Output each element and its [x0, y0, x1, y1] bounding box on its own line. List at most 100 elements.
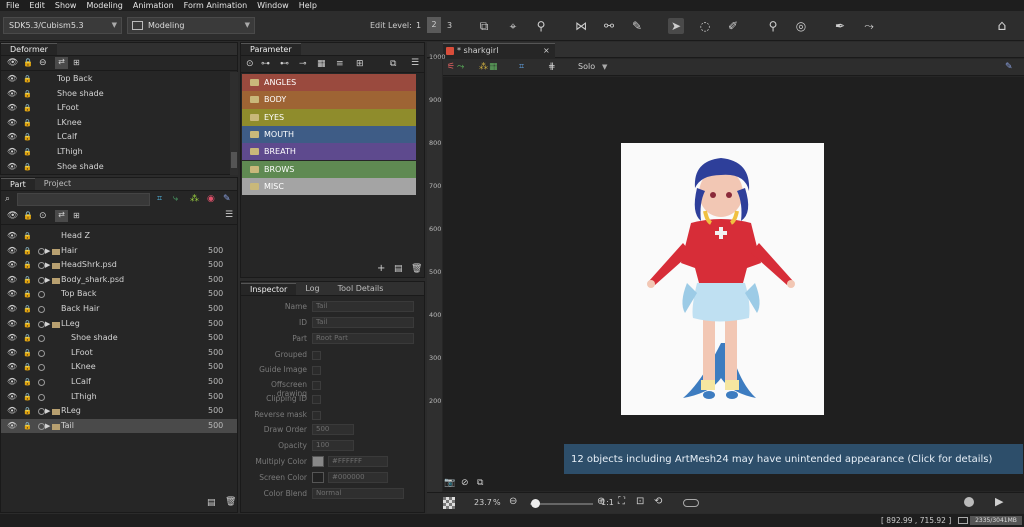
deformer-scrollbar[interactable] — [230, 72, 238, 175]
arrow-select-icon[interactable]: ➤ — [668, 18, 684, 34]
deformer-tool-icon[interactable]: ⧉ — [476, 18, 492, 34]
lock-icon[interactable]: 🔒 — [23, 331, 32, 346]
part-row[interactable]: 👁 🔒 ▶ Body_shark.psd 500 — [1, 273, 237, 288]
eye-icon[interactable]: 👁 — [7, 331, 17, 346]
inspector-field[interactable]: Root Part — [312, 333, 414, 344]
visibility-circle-icon[interactable] — [38, 306, 45, 313]
part-row[interactable]: 👁 🔒 Back Hair 500 — [1, 302, 237, 317]
fit-icon[interactable]: ⛶ — [618, 496, 625, 507]
trash-icon[interactable]: 🗑 — [225, 497, 236, 507]
part-row[interactable]: 👁 🔒 ▶ LLeg 500 — [1, 317, 237, 332]
trash-icon[interactable]: 🗑 — [411, 264, 422, 274]
camera-icon[interactable]: 📷 — [444, 478, 455, 488]
screenshot-icon[interactable]: ⧉ — [477, 478, 483, 488]
glue-view-icon[interactable]: ⁂ — [479, 62, 488, 72]
menu-icon[interactable]: ☰ — [411, 58, 419, 68]
key-icon[interactable]: ⊶ — [261, 59, 270, 69]
lock-icon[interactable]: 🔒 — [23, 419, 32, 434]
eye-icon[interactable]: 👁 — [7, 258, 17, 273]
tab-inspector[interactable]: Inspector — [241, 283, 297, 295]
eye-icon[interactable]: 👁 — [7, 116, 17, 131]
rotation-tool-icon[interactable]: ⚲ — [533, 18, 549, 34]
lock-icon[interactable]: 🔒 — [23, 211, 33, 220]
plus-icon[interactable]: + — [377, 263, 385, 274]
chevron-down-icon[interactable]: ▼ — [602, 63, 607, 71]
swap-icon[interactable]: ⇄ — [55, 210, 68, 222]
eye-icon[interactable]: 👁 — [7, 101, 17, 116]
pin-filter-icon[interactable]: ✎ — [223, 194, 231, 204]
home-icon[interactable]: ⌂ — [994, 18, 1010, 34]
inspector-field[interactable]: #FFFFFF — [328, 456, 388, 467]
sdk-select[interactable]: SDK5.3/Cubism5.3 ▼ — [3, 17, 122, 34]
menu-window[interactable]: Window — [257, 1, 289, 10]
lock-icon[interactable]: 🔒 — [23, 273, 32, 288]
color-swatch[interactable] — [312, 472, 324, 483]
parameter-group-mouth[interactable]: MOUTH — [242, 125, 416, 144]
visibility-circle-icon[interactable] — [38, 262, 45, 270]
zoom-value[interactable]: 23.7 — [474, 498, 492, 507]
part-row[interactable]: 👁 🔒 LCalf 500 — [1, 375, 237, 390]
tab-tool-details[interactable]: Tool Details — [329, 283, 393, 295]
inspector-field[interactable]: Tail — [312, 301, 414, 312]
eye-icon[interactable]: 👁 — [7, 390, 17, 405]
eye-icon[interactable]: 👁 — [7, 160, 17, 175]
mesh-filter-icon[interactable]: ⌗ — [157, 194, 162, 204]
deformer-row[interactable]: 👁 🔒 Shoe shade — [1, 160, 229, 175]
edit-level-2[interactable]: 2 — [427, 17, 441, 33]
deformer-row[interactable]: 👁 🔒 LThigh — [1, 145, 229, 160]
lock-icon[interactable]: 🔒 — [23, 302, 32, 317]
part-row[interactable]: 👁 🔒 ▶ RLeg 500 — [1, 404, 237, 419]
menu-form-animation[interactable]: Form Animation — [184, 1, 247, 10]
transparency-icon[interactable] — [443, 497, 455, 509]
part-row[interactable]: 👁 🔒 Head Z — [1, 229, 237, 244]
key-split-icon[interactable]: ⊸ — [299, 59, 307, 69]
copy-icon[interactable]: ⧉ — [390, 59, 396, 69]
record-icon[interactable] — [964, 497, 974, 507]
inspector-checkbox[interactable] — [312, 395, 321, 404]
chevron-right-icon[interactable]: ▶ — [45, 273, 50, 288]
lock-icon[interactable]: 🔒 — [23, 160, 32, 175]
rotation-filter-icon[interactable]: ◉ — [207, 194, 215, 204]
edit-level-3[interactable]: 3 — [447, 21, 452, 30]
eye-icon[interactable]: 👁 — [7, 287, 17, 302]
parameter-group-breath[interactable]: BREATH — [242, 143, 416, 161]
lock-icon[interactable]: 🔒 — [23, 229, 32, 244]
menu-help[interactable]: Help — [299, 1, 317, 10]
deformer-row[interactable]: 👁 🔒 Shoe shade — [1, 87, 229, 102]
lock-icon[interactable]: 🔒 — [23, 360, 32, 375]
menu-icon[interactable]: ☰ — [225, 210, 233, 220]
pen-icon[interactable]: ✎ — [1005, 62, 1013, 72]
param-add-icon[interactable]: ⊞ — [356, 59, 364, 69]
chevron-right-icon[interactable]: ▶ — [45, 244, 50, 259]
lasso-icon[interactable]: ◌ — [697, 18, 713, 34]
paint-icon[interactable]: ✎ — [629, 18, 645, 34]
eye-icon[interactable]: 👁 — [7, 87, 17, 102]
grid-icon[interactable]: ▦ — [317, 59, 326, 69]
eye-icon[interactable]: 👁 — [7, 360, 17, 375]
brush-icon[interactable]: ✐ — [725, 18, 741, 34]
collapse-icon[interactable]: ⊙ — [39, 211, 47, 221]
folder-add-icon[interactable]: ▤ — [394, 264, 403, 274]
part-row[interactable]: 👁 🔒 LKnee 500 — [1, 360, 237, 375]
pin-icon[interactable]: ⚲ — [765, 18, 781, 34]
eye-icon[interactable]: 👁 — [7, 302, 17, 317]
part-row[interactable]: 👁 🔒 LFoot 500 — [1, 346, 237, 361]
new-folder-icon[interactable]: ▤ — [207, 498, 216, 508]
eye-icon[interactable]: 👁 — [7, 273, 17, 288]
visibility-circle-icon[interactable] — [38, 335, 45, 343]
deformer-row[interactable]: 👁 🔒 LCalf — [1, 130, 229, 145]
visibility-circle-icon[interactable] — [38, 379, 45, 386]
collapse-icon[interactable]: ⊖ — [39, 58, 47, 68]
lock-icon[interactable]: 🔒 — [23, 404, 32, 419]
parameter-group-angles[interactable]: ANGLES — [242, 74, 416, 92]
eye-icon[interactable]: 👁 — [7, 375, 17, 390]
target-icon[interactable]: ◎ — [793, 18, 809, 34]
part-search-input[interactable] — [17, 193, 150, 206]
lock-icon[interactable]: 🔒 — [23, 58, 33, 67]
visibility-circle-icon[interactable] — [38, 393, 45, 401]
tab-deformer[interactable]: Deformer — [1, 43, 57, 55]
toggle-icon[interactable] — [683, 499, 699, 507]
inspector-field[interactable]: #000000 — [328, 472, 388, 483]
lock-icon[interactable]: 🔒 — [23, 72, 32, 87]
menu-animation[interactable]: Animation — [133, 1, 174, 10]
